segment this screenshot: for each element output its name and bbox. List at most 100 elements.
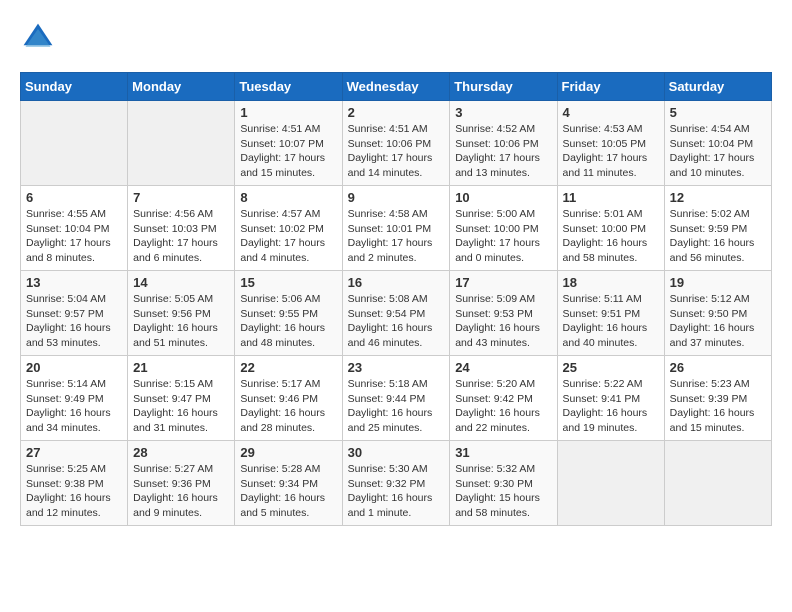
weekday-header-friday: Friday	[557, 73, 664, 101]
day-info: Sunrise: 5:11 AMSunset: 9:51 PMDaylight:…	[563, 292, 659, 351]
day-number: 9	[348, 190, 445, 205]
day-number: 26	[670, 360, 766, 375]
day-number: 30	[348, 445, 445, 460]
day-info: Sunrise: 4:58 AMSunset: 10:01 PMDaylight…	[348, 207, 445, 266]
day-info: Sunrise: 5:22 AMSunset: 9:41 PMDaylight:…	[563, 377, 659, 436]
day-info: Sunrise: 5:02 AMSunset: 9:59 PMDaylight:…	[670, 207, 766, 266]
day-info: Sunrise: 4:57 AMSunset: 10:02 PMDaylight…	[240, 207, 336, 266]
day-info: Sunrise: 5:20 AMSunset: 9:42 PMDaylight:…	[455, 377, 551, 436]
day-info: Sunrise: 5:04 AMSunset: 9:57 PMDaylight:…	[26, 292, 122, 351]
calendar-cell: 9 Sunrise: 4:58 AMSunset: 10:01 PMDayligh…	[342, 186, 450, 271]
day-info: Sunrise: 4:51 AMSunset: 10:07 PMDaylight…	[240, 122, 336, 181]
day-number: 12	[670, 190, 766, 205]
day-info: Sunrise: 5:18 AMSunset: 9:44 PMDaylight:…	[348, 377, 445, 436]
day-info: Sunrise: 4:55 AMSunset: 10:04 PMDaylight…	[26, 207, 122, 266]
day-info: Sunrise: 4:53 AMSunset: 10:05 PMDaylight…	[563, 122, 659, 181]
week-row-3: 13 Sunrise: 5:04 AMSunset: 9:57 PMDayligh…	[21, 271, 772, 356]
day-info: Sunrise: 5:08 AMSunset: 9:54 PMDaylight:…	[348, 292, 445, 351]
weekday-header-row: SundayMondayTuesdayWednesdayThursdayFrid…	[21, 73, 772, 101]
day-number: 22	[240, 360, 336, 375]
calendar-cell	[128, 101, 235, 186]
logo	[20, 20, 60, 56]
calendar-cell: 24 Sunrise: 5:20 AMSunset: 9:42 PMDayligh…	[450, 356, 557, 441]
day-number: 15	[240, 275, 336, 290]
weekday-header-saturday: Saturday	[664, 73, 771, 101]
calendar-table: SundayMondayTuesdayWednesdayThursdayFrid…	[20, 72, 772, 526]
day-number: 8	[240, 190, 336, 205]
day-info: Sunrise: 5:17 AMSunset: 9:46 PMDaylight:…	[240, 377, 336, 436]
calendar-cell: 18 Sunrise: 5:11 AMSunset: 9:51 PMDayligh…	[557, 271, 664, 356]
day-number: 3	[455, 105, 551, 120]
day-number: 4	[563, 105, 659, 120]
calendar-cell: 10 Sunrise: 5:00 AMSunset: 10:00 PMDaylig…	[450, 186, 557, 271]
day-info: Sunrise: 5:15 AMSunset: 9:47 PMDaylight:…	[133, 377, 229, 436]
day-number: 25	[563, 360, 659, 375]
day-info: Sunrise: 5:00 AMSunset: 10:00 PMDaylight…	[455, 207, 551, 266]
calendar-cell: 11Sunrise: 5:01 AMSunset: 10:00 PMDaylig…	[557, 186, 664, 271]
day-number: 31	[455, 445, 551, 460]
weekday-header-tuesday: Tuesday	[235, 73, 342, 101]
day-info: Sunrise: 4:51 AMSunset: 10:06 PMDaylight…	[348, 122, 445, 181]
calendar-cell: 14Sunrise: 5:05 AMSunset: 9:56 PMDayligh…	[128, 271, 235, 356]
day-number: 10	[455, 190, 551, 205]
day-info: Sunrise: 4:54 AMSunset: 10:04 PMDaylight…	[670, 122, 766, 181]
day-number: 1	[240, 105, 336, 120]
day-number: 23	[348, 360, 445, 375]
day-info: Sunrise: 4:52 AMSunset: 10:06 PMDaylight…	[455, 122, 551, 181]
day-number: 16	[348, 275, 445, 290]
week-row-4: 20 Sunrise: 5:14 AMSunset: 9:49 PMDayligh…	[21, 356, 772, 441]
calendar-cell: 19Sunrise: 5:12 AMSunset: 9:50 PMDayligh…	[664, 271, 771, 356]
calendar-cell: 3 Sunrise: 4:52 AMSunset: 10:06 PMDayligh…	[450, 101, 557, 186]
calendar-cell: 26 Sunrise: 5:23 AMSunset: 9:39 PMDayligh…	[664, 356, 771, 441]
day-info: Sunrise: 5:23 AMSunset: 9:39 PMDaylight:…	[670, 377, 766, 436]
day-number: 27	[26, 445, 122, 460]
week-row-2: 6Sunrise: 4:55 AMSunset: 10:04 PMDayligh…	[21, 186, 772, 271]
calendar-cell: 17 Sunrise: 5:09 AMSunset: 9:53 PMDayligh…	[450, 271, 557, 356]
day-info: Sunrise: 5:30 AMSunset: 9:32 PMDaylight:…	[348, 462, 445, 521]
calendar-cell	[21, 101, 128, 186]
calendar-cell: 6Sunrise: 4:55 AMSunset: 10:04 PMDayligh…	[21, 186, 128, 271]
weekday-header-sunday: Sunday	[21, 73, 128, 101]
day-info: Sunrise: 5:06 AMSunset: 9:55 PMDaylight:…	[240, 292, 336, 351]
calendar-cell: 28Sunrise: 5:27 AMSunset: 9:36 PMDayligh…	[128, 441, 235, 526]
day-number: 29	[240, 445, 336, 460]
weekday-header-monday: Monday	[128, 73, 235, 101]
calendar-cell: 7Sunrise: 4:56 AMSunset: 10:03 PMDayligh…	[128, 186, 235, 271]
day-info: Sunrise: 5:14 AMSunset: 9:49 PMDaylight:…	[26, 377, 122, 436]
day-number: 21	[133, 360, 229, 375]
day-info: Sunrise: 5:09 AMSunset: 9:53 PMDaylight:…	[455, 292, 551, 351]
calendar-cell: 21 Sunrise: 5:15 AMSunset: 9:47 PMDayligh…	[128, 356, 235, 441]
day-number: 20	[26, 360, 122, 375]
calendar-cell: 16 Sunrise: 5:08 AMSunset: 9:54 PMDayligh…	[342, 271, 450, 356]
calendar-cell: 31Sunrise: 5:32 AMSunset: 9:30 PMDayligh…	[450, 441, 557, 526]
day-info: Sunrise: 5:05 AMSunset: 9:56 PMDaylight:…	[133, 292, 229, 351]
day-number: 18	[563, 275, 659, 290]
calendar-cell: 1 Sunrise: 4:51 AMSunset: 10:07 PMDayligh…	[235, 101, 342, 186]
weekday-header-wednesday: Wednesday	[342, 73, 450, 101]
calendar-cell: 2 Sunrise: 4:51 AMSunset: 10:06 PMDayligh…	[342, 101, 450, 186]
calendar-cell: 23 Sunrise: 5:18 AMSunset: 9:44 PMDayligh…	[342, 356, 450, 441]
day-number: 17	[455, 275, 551, 290]
calendar-cell: 29 Sunrise: 5:28 AMSunset: 9:34 PMDayligh…	[235, 441, 342, 526]
day-info: Sunrise: 5:25 AMSunset: 9:38 PMDaylight:…	[26, 462, 122, 521]
calendar-cell: 27 Sunrise: 5:25 AMSunset: 9:38 PMDayligh…	[21, 441, 128, 526]
weekday-header-thursday: Thursday	[450, 73, 557, 101]
day-number: 11	[563, 190, 659, 205]
week-row-1: 1 Sunrise: 4:51 AMSunset: 10:07 PMDayligh…	[21, 101, 772, 186]
calendar-cell: 30 Sunrise: 5:30 AMSunset: 9:32 PMDayligh…	[342, 441, 450, 526]
calendar-cell	[664, 441, 771, 526]
calendar-cell: 5 Sunrise: 4:54 AMSunset: 10:04 PMDayligh…	[664, 101, 771, 186]
day-info: Sunrise: 5:28 AMSunset: 9:34 PMDaylight:…	[240, 462, 336, 521]
calendar-cell: 15 Sunrise: 5:06 AMSunset: 9:55 PMDayligh…	[235, 271, 342, 356]
calendar-cell: 12 Sunrise: 5:02 AMSunset: 9:59 PMDayligh…	[664, 186, 771, 271]
calendar-cell: 22 Sunrise: 5:17 AMSunset: 9:46 PMDayligh…	[235, 356, 342, 441]
day-number: 13	[26, 275, 122, 290]
day-number: 2	[348, 105, 445, 120]
day-number: 5	[670, 105, 766, 120]
day-number: 7	[133, 190, 229, 205]
calendar-cell: 20 Sunrise: 5:14 AMSunset: 9:49 PMDayligh…	[21, 356, 128, 441]
day-number: 24	[455, 360, 551, 375]
day-number: 19	[670, 275, 766, 290]
calendar-cell	[557, 441, 664, 526]
day-number: 28	[133, 445, 229, 460]
